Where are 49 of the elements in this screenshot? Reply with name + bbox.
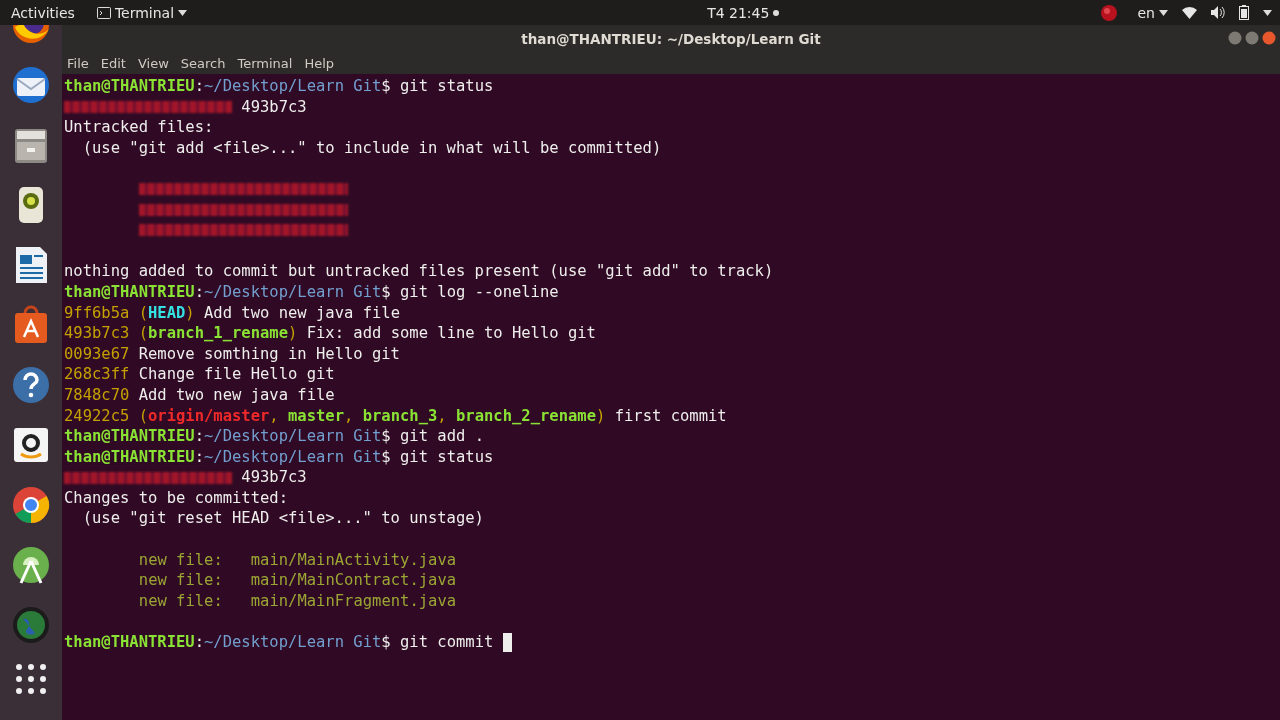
app-grid-icon[interactable] bbox=[15, 663, 47, 695]
terminal-line: (use "git add <file>..." to include in what will be committed) bbox=[81, 137, 662, 159]
terminal-line: than@THANTRIEU:~/Desktop/Learn Git$ git add . bbox=[64, 426, 484, 447]
terminal-line: new file: main/MainActivity.java bbox=[137, 549, 457, 571]
terminal-line: 268c3ff Change file Hello git bbox=[64, 364, 335, 385]
terminal-line: than@THANTRIEU:~/Desktop/Learn Git$ git log --oneline bbox=[64, 281, 559, 303]
terminal-text: 493b7c3 bbox=[240, 467, 307, 488]
text-cursor bbox=[502, 632, 512, 652]
menu-item[interactable]: Help bbox=[304, 55, 335, 71]
maximize-button[interactable] bbox=[1245, 31, 1259, 45]
notification-dot-icon bbox=[773, 9, 780, 16]
close-button[interactable] bbox=[1262, 31, 1276, 45]
language-menu[interactable]: en bbox=[1137, 4, 1168, 21]
menu-item[interactable]: Terminal bbox=[237, 55, 293, 71]
terminal-line: Changes to be committed: bbox=[64, 487, 288, 509]
wifi-icon[interactable] bbox=[1182, 6, 1197, 19]
terminal-line: Untracked files: bbox=[64, 117, 214, 138]
minimize-button[interactable] bbox=[1228, 31, 1242, 45]
terminal-line: than@THANTRIEU:~/Desktop/Learn Git$ git status bbox=[64, 446, 494, 468]
terminal-text: : bbox=[194, 632, 204, 653]
battery-icon[interactable] bbox=[1239, 5, 1249, 20]
terminal-text: $ git commit bbox=[381, 632, 495, 653]
app-menu[interactable]: Terminal bbox=[96, 4, 188, 21]
record-indicator-icon[interactable] bbox=[1099, 3, 1118, 22]
terminal-text: ~/Desktop/Learn Git bbox=[204, 632, 382, 653]
clock[interactable]: T4 21:45 bbox=[707, 4, 770, 21]
caret-icon bbox=[1159, 9, 1168, 16]
volume-icon[interactable] bbox=[1211, 6, 1225, 19]
terminal-line: new file: main/MainFragment.java bbox=[137, 590, 457, 612]
terminal-line: 493b7c3 (branch_1_rename) Fix: add some line to Hello git bbox=[64, 323, 596, 344]
window-title: than@THANTRIEU: ~/Desktop/Learn Git bbox=[521, 30, 821, 47]
menu-item[interactable]: File bbox=[67, 55, 89, 71]
terminal-icon bbox=[96, 6, 111, 19]
terminal-line: than@THANTRIEU:~/Desktop/Learn Git$ git status bbox=[64, 76, 494, 97]
terminal-line: 7848c70 Add two new java file bbox=[64, 384, 335, 406]
terminal-text: than@THANTRIEU bbox=[64, 632, 195, 653]
menu-item[interactable]: Search bbox=[180, 55, 226, 71]
terminal-line: 0093e67 Remove somthing in Hello git bbox=[64, 343, 400, 365]
caret-icon bbox=[1263, 9, 1272, 16]
menu-item[interactable]: Edit bbox=[100, 55, 126, 71]
activities-button[interactable]: Activities bbox=[11, 4, 75, 21]
caret-icon bbox=[178, 9, 188, 16]
terminal-line: new file: main/MainContract.java bbox=[137, 570, 457, 591]
terminal-line: nothing added to commit but untracked files present (use "git add" to track) bbox=[64, 261, 774, 282]
terminal-line: 24922c5 (origin/master, master, branch_3, branch_2_rename) first commit bbox=[64, 405, 727, 427]
terminal-line: 9ff6b5a (HEAD) Add two new java file bbox=[64, 302, 400, 324]
terminal-line: (use "git reset HEAD <file>..." to unstage) bbox=[81, 508, 484, 530]
terminal-text: 493b7c3 bbox=[240, 96, 307, 118]
menu-item[interactable]: View bbox=[137, 55, 169, 71]
